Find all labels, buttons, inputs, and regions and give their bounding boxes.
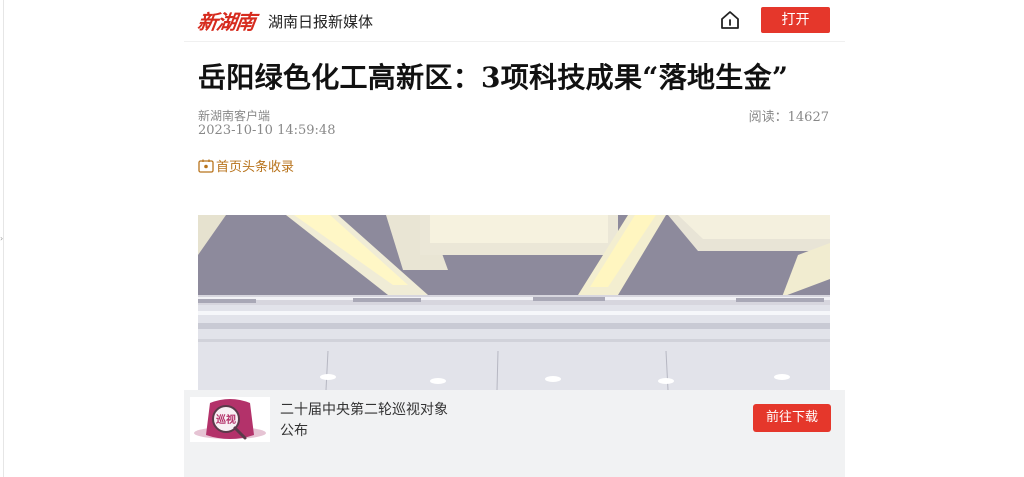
read-count-value: 14627 [787, 110, 829, 125]
open-app-button[interactable]: 打开 [761, 7, 830, 33]
thumb-text: 巡视 [216, 413, 236, 426]
read-count-label: 阅读： [748, 110, 788, 125]
read-count: 阅读：14627 [749, 106, 829, 125]
download-button[interactable]: 前往下载 [753, 404, 831, 432]
media-name: 湖南日报新媒体 [268, 13, 374, 31]
top-bar: 新湖南 湖南日报新媒体 打开 [184, 0, 845, 42]
article-column: 新湖南 湖南日报新媒体 打开 岳阳绿色化工高新区：3项科技成果“落地生金” 新湖… [184, 0, 845, 477]
left-edge-marker: › [0, 234, 4, 243]
headline-record-badge[interactable]: 首页头条收录 [198, 156, 294, 175]
banner-headline[interactable]: 二十届中央第二轮巡视对象 公布 [280, 400, 448, 442]
download-banner[interactable]: 巡视 二十届中央第二轮巡视对象 公布 前往下载 [184, 390, 845, 477]
record-label: 首页头条收录 [216, 160, 295, 175]
record-icon [198, 159, 214, 173]
banner-headline-line2: 公布 [280, 423, 308, 439]
article-photo [198, 215, 830, 390]
article-source: 新湖南客户端 [198, 109, 271, 123]
brand-logo[interactable]: 新湖南 [196, 6, 257, 35]
article-datetime: 2023-10-10 14:59:48 [198, 123, 336, 138]
banner-thumbnail: 巡视 [190, 397, 270, 442]
home-icon[interactable] [719, 9, 741, 31]
banner-headline-line1: 二十届中央第二轮巡视对象 [280, 402, 448, 418]
article-title: 岳阳绿色化工高新区：3项科技成果“落地生金” [198, 61, 789, 94]
